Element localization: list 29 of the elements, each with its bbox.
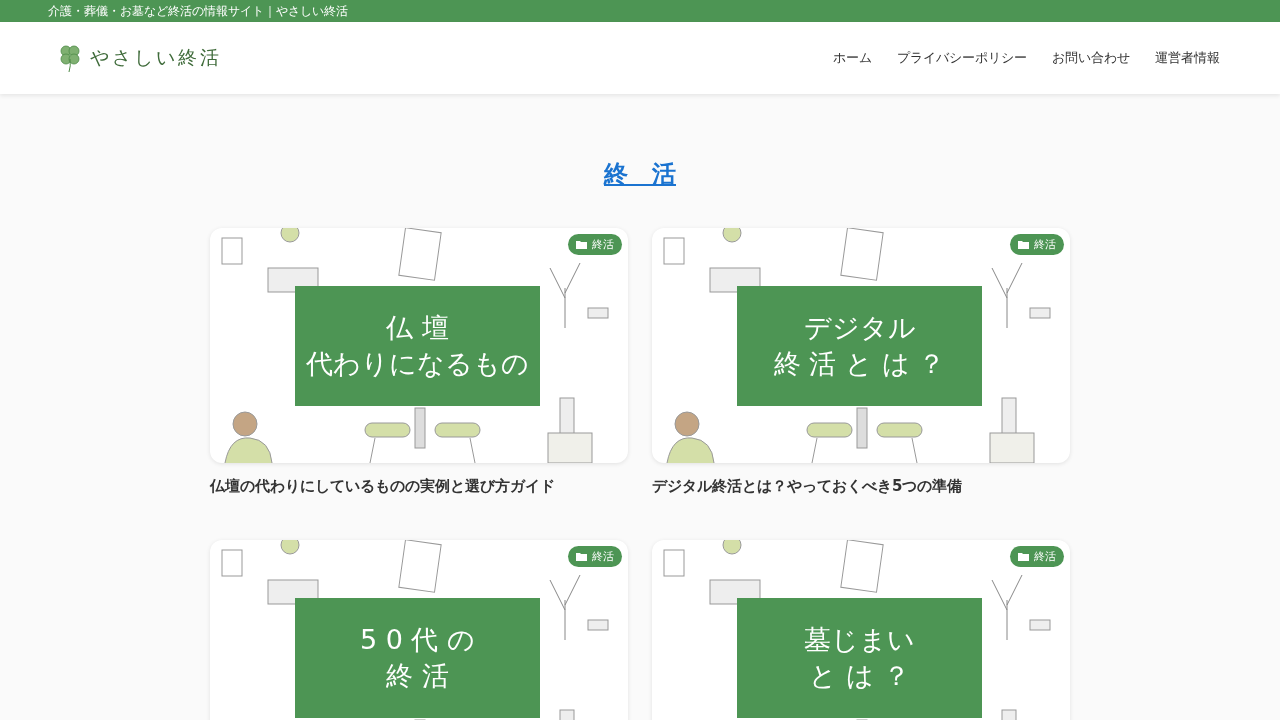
category-tag[interactable]: 終活 <box>568 234 622 255</box>
banner-text: 終 活 と は ？ <box>773 348 946 381</box>
banner-text: デジタル <box>803 311 916 344</box>
post-thumbnail[interactable]: 仏 壇 代わりになるもの 終活 <box>210 228 628 463</box>
banner-text: 墓じまい <box>804 623 915 656</box>
banner-text: 5 0 代 の <box>359 623 476 656</box>
folder-icon <box>576 552 587 561</box>
banner-text: 仏 壇 <box>386 311 449 344</box>
nav-link[interactable]: ホーム <box>833 49 872 67</box>
nav-link[interactable]: プライバシーポリシー <box>897 49 1027 67</box>
post-thumbnail[interactable]: 5 0 代 の 終 活 終活 <box>210 540 628 720</box>
post-title[interactable]: 仏壇の代わりにしているものの実例と選び方ガイド <box>210 477 628 496</box>
post-thumbnail[interactable]: 墓じまい と は ？ 終活 <box>652 540 1070 720</box>
banner-text: 終 活 <box>386 660 449 693</box>
post-thumbnail[interactable]: デジタル 終 活 と は ？ 終活 <box>652 228 1070 463</box>
clover-icon <box>58 43 82 73</box>
category-tag[interactable]: 終活 <box>1010 234 1064 255</box>
folder-icon <box>1018 240 1029 249</box>
banner-text: 代わりになるもの <box>306 348 529 381</box>
nav-link[interactable]: 運営者情報 <box>1155 49 1220 67</box>
post-title[interactable]: デジタル終活とは？やっておくべき5つの準備 <box>652 477 1070 496</box>
banner-text: と は ？ <box>809 660 910 693</box>
category-title[interactable]: 終 活 <box>604 158 676 190</box>
folder-icon <box>1018 552 1029 561</box>
site-tagline: 介護・葬儀・お墓など終活の情報サイト｜やさしい終活 <box>48 2 348 20</box>
category-tag[interactable]: 終活 <box>1010 546 1064 567</box>
category-tag[interactable]: 終活 <box>568 546 622 567</box>
folder-icon <box>576 240 587 249</box>
nav-link[interactable]: お問い合わせ <box>1052 49 1130 67</box>
